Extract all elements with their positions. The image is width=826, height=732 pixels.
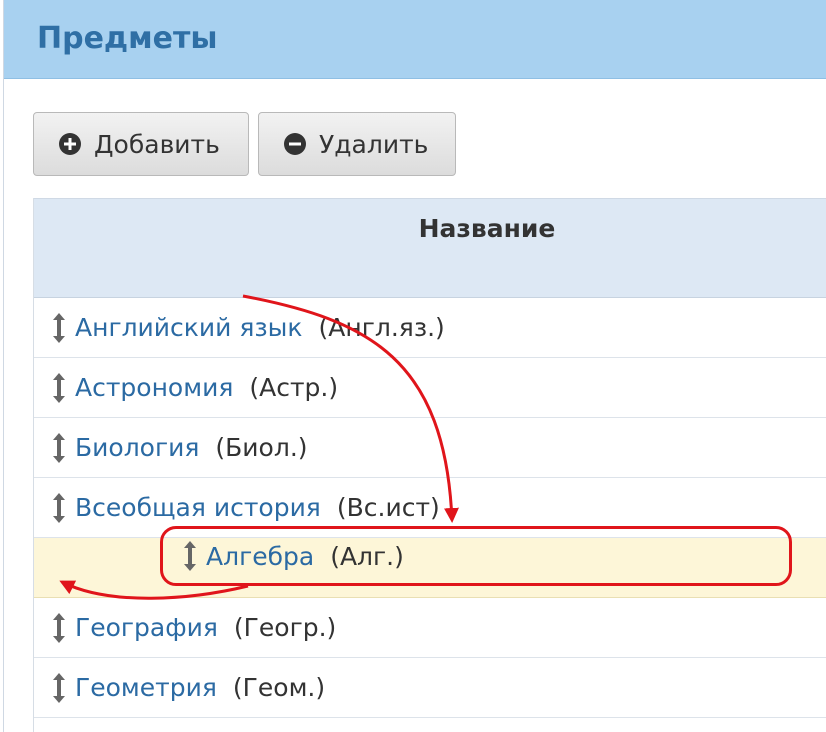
vertical-resize-arrow-icon[interactable]: [181, 540, 199, 572]
panel-header: Предметы: [4, 0, 826, 79]
subject-name: Биология: [75, 433, 200, 462]
delete-button-label: Удалить: [319, 129, 429, 159]
vertical-resize-arrow-icon[interactable]: [50, 492, 68, 524]
delete-button[interactable]: Удалить: [258, 112, 456, 176]
vertical-resize-arrow-icon[interactable]: [50, 432, 68, 464]
subject-abbr: (Вс.ист): [336, 493, 440, 522]
plus-circle-icon: [59, 133, 81, 155]
add-button[interactable]: Добавить: [33, 112, 249, 176]
table-header: Название: [34, 198, 826, 298]
minus-circle-icon: [284, 133, 306, 155]
subject-name: Астрономия: [75, 373, 234, 402]
subject-abbr: (Геогр.): [233, 613, 337, 642]
dragging-row[interactable]: Алгебра (Алг.): [160, 526, 792, 586]
subject-abbr: (Астр.): [249, 373, 339, 402]
subject-name: Геометрия: [75, 673, 217, 702]
subjects-table: Название Английский язык (Англ.яз.) Астр…: [33, 198, 826, 732]
subject-abbr: (Алг.): [330, 541, 404, 571]
vertical-resize-arrow-icon[interactable]: [50, 672, 68, 704]
vertical-resize-arrow-icon[interactable]: [50, 312, 68, 344]
vertical-resize-arrow-icon[interactable]: [50, 372, 68, 404]
subject-name: Алгебра: [206, 541, 315, 571]
table-row[interactable]: География (Геогр.): [34, 598, 826, 658]
table-row[interactable]: Биология (Биол.): [34, 418, 826, 478]
table-row[interactable]: Астрономия (Астр.): [34, 358, 826, 418]
table-row[interactable]: Геометрия (Геом.): [34, 658, 826, 718]
add-button-label: Добавить: [94, 129, 220, 159]
subject-name: География: [75, 613, 218, 642]
subject-name: Всеобщая история: [75, 493, 321, 522]
subject-abbr: (Геом.): [232, 673, 326, 702]
table-row[interactable]: Английский язык (Англ.яз.): [34, 298, 826, 358]
page-title: Предметы: [37, 21, 218, 56]
vertical-resize-arrow-icon[interactable]: [50, 612, 68, 644]
subject-abbr: (Англ.яз.): [318, 313, 445, 342]
subject-name: Английский язык: [75, 313, 303, 342]
subject-abbr: (Биол.): [215, 433, 308, 462]
column-header-name[interactable]: Название: [34, 214, 826, 243]
